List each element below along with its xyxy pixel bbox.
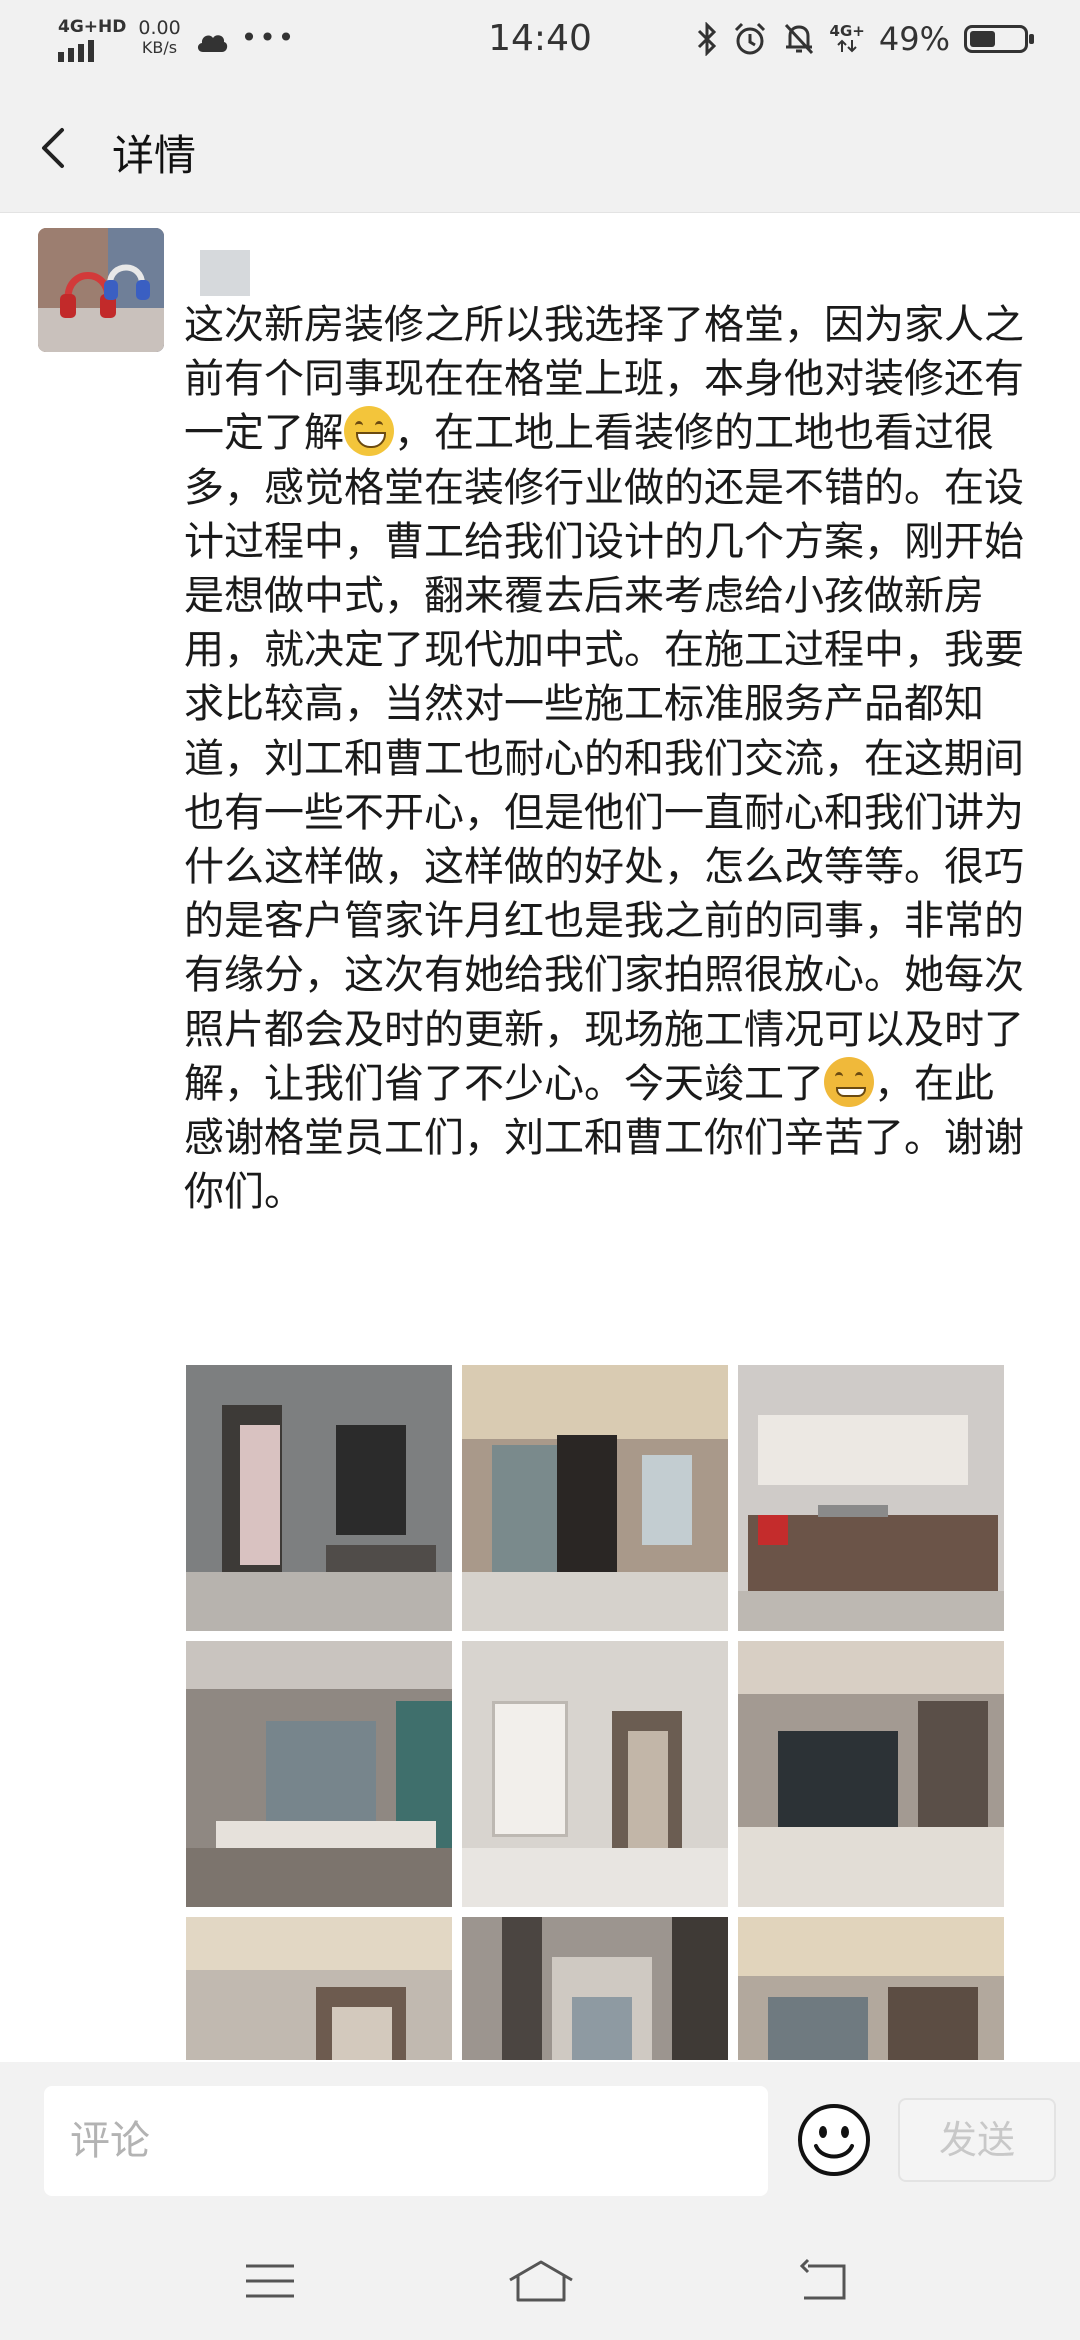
battery-level-fill	[970, 31, 995, 47]
comment-input[interactable]: 评论	[44, 2086, 768, 2196]
living-room-photo[interactable]	[462, 1365, 728, 1631]
post-text: 这次新房装修之所以我选择了格堂，因为家人之前有个同事现在在格堂上班，本身他对装修…	[184, 298, 1024, 1219]
system-nav-bar	[0, 2222, 1080, 2340]
bathroom-photo[interactable]	[186, 1365, 452, 1631]
smiley-face-icon[interactable]	[796, 2102, 872, 2178]
network-type-right: 4G+	[829, 22, 865, 40]
hallway-shelf-photo[interactable]	[462, 1641, 728, 1907]
mute-bell-icon	[784, 23, 813, 55]
bay-window-room-photo[interactable]	[186, 1641, 452, 1907]
avatar[interactable]	[38, 228, 164, 352]
mobile-data-indicator: 4G+	[830, 24, 865, 54]
ceiling-room-photo[interactable]	[186, 1917, 452, 2060]
status-right: 4G+ 49%	[696, 20, 1034, 58]
send-button[interactable]: 发送	[898, 2098, 1056, 2182]
alarm-icon	[734, 22, 765, 55]
data-arrows-icon	[837, 39, 857, 53]
grinning-face-emoji	[344, 406, 394, 457]
bluetooth-icon	[697, 22, 716, 56]
post-text-part2: ，在工地上看装修的工地也看过很多，感觉格堂在装修行业做的还是不错的。在设计过程中…	[184, 410, 1024, 1107]
avatar-headphones-image	[38, 228, 164, 352]
photo-grid	[186, 1365, 1004, 2060]
status-bar: 4G+HD 0.00 KB/s ••• 14:40 4G+ 49%	[0, 0, 1080, 84]
back-arrow-icon[interactable]	[794, 2256, 854, 2306]
hugging-face-emoji	[824, 1056, 874, 1107]
kitchen-photo[interactable]	[738, 1365, 1004, 1631]
dining-room-photo[interactable]	[738, 1641, 1004, 1907]
comment-bar: 评论 发送	[0, 2062, 1080, 2222]
page-header: 详情	[0, 84, 1080, 213]
page-title: 详情	[112, 131, 197, 180]
menu-icon[interactable]	[240, 2256, 300, 2306]
home-icon[interactable]	[506, 2256, 576, 2306]
username-redacted	[200, 250, 250, 296]
chandelier-room-photo[interactable]	[738, 1917, 1004, 2060]
chevron-left-icon[interactable]	[32, 124, 80, 172]
battery-icon	[964, 25, 1034, 53]
battery-percent: 49%	[878, 20, 950, 58]
corridor-photo[interactable]	[462, 1917, 728, 2060]
